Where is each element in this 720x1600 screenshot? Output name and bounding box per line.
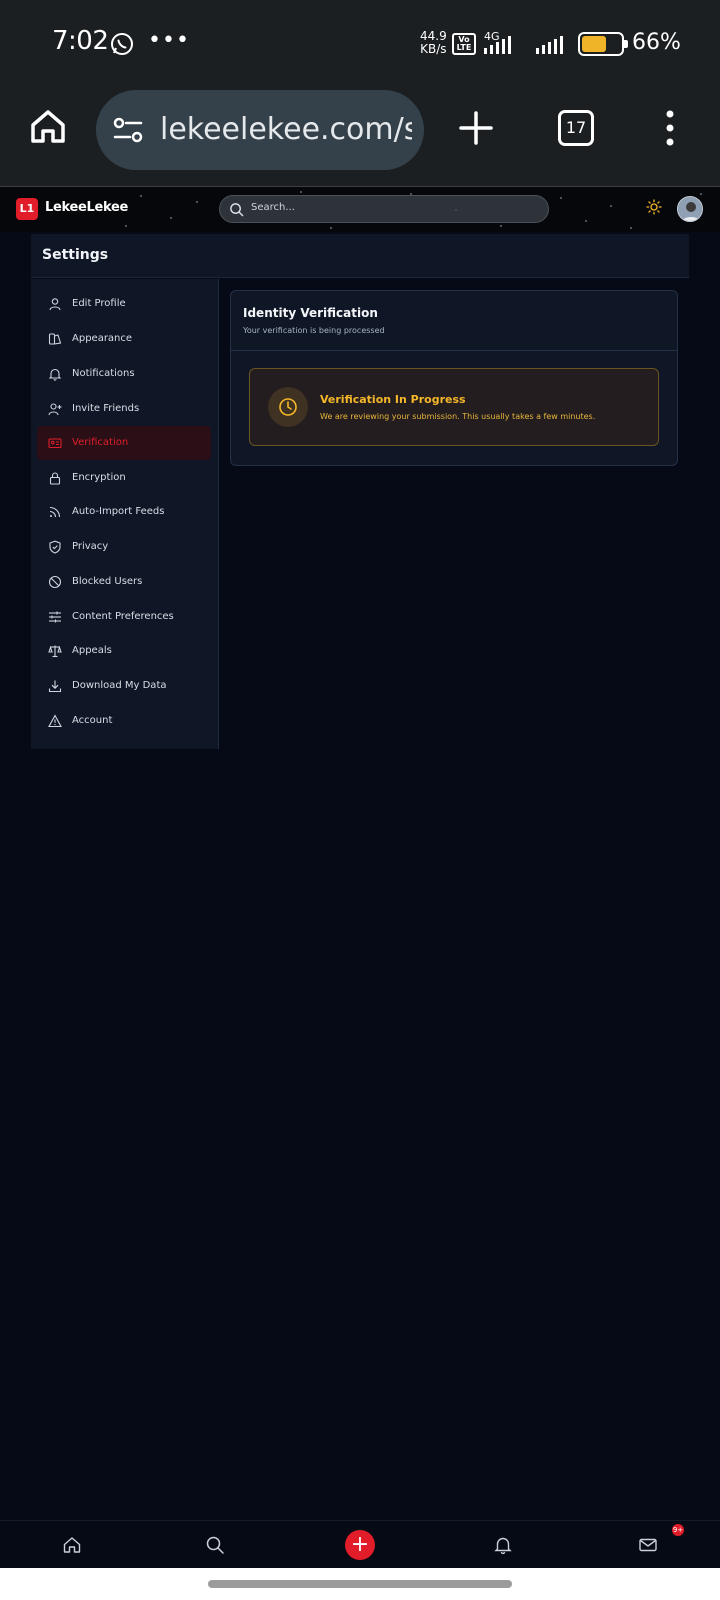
sidebar-item-label: Auto-Import Feeds (72, 506, 165, 517)
browser-toolbar: lekeelekee.com/s 17 (0, 82, 720, 186)
avatar-image (678, 197, 702, 221)
verification-status-alert: Verification In Progress We are reviewin… (249, 368, 659, 446)
card-title: Identity Verification (243, 306, 378, 320)
sidebar-item-invite-friends[interactable]: Invite Friends (37, 392, 211, 426)
user-plus-icon (48, 403, 62, 416)
battery-icon (578, 32, 628, 56)
search-input[interactable]: Search... (219, 195, 549, 223)
user-icon (49, 298, 61, 311)
network-speed-unit: KB/s (420, 42, 447, 56)
sidebar-item-download-my-data[interactable]: Download My Data (37, 669, 211, 703)
scale-icon (48, 645, 62, 658)
search-placeholder: Search... (251, 202, 295, 213)
sidebar-item-label: Verification (72, 437, 129, 448)
address-bar[interactable]: lekeelekee.com/s (96, 90, 424, 170)
settings-sidebar: Edit Profile Appearance Notifications In… (31, 279, 219, 749)
sidebar-item-label: Account (72, 715, 113, 726)
bell-icon (48, 368, 62, 381)
sidebar-item-label: Privacy (72, 541, 109, 552)
sidebar-item-appearance[interactable]: Appearance (37, 322, 211, 356)
ban-icon (48, 575, 62, 589)
id-card-icon (48, 438, 62, 449)
card-subtitle: Your verification is being processed (243, 326, 385, 335)
settings-panel: Settings Edit Profile Appearance Notific… (31, 234, 689, 749)
logo-text[interactable]: LekeeLekee (45, 200, 128, 215)
volte-bottom: LTE (456, 43, 472, 52)
page: 7:02 ••• 44.9 KB/s Vo LTE 4G 66% lekeele… (0, 0, 720, 1600)
battery-nub (624, 40, 628, 48)
signal-icon-sim1 (484, 36, 511, 54)
alert-text: We are reviewing your submission. This u… (320, 412, 596, 421)
bell-icon[interactable] (493, 1535, 513, 1555)
sliders-icon (49, 611, 61, 623)
home-icon[interactable] (28, 106, 68, 146)
sidebar-item-appeals[interactable]: Appeals (37, 634, 211, 668)
alert-icon-wrap (268, 387, 308, 427)
battery-fill (582, 36, 607, 52)
palette-icon (48, 333, 62, 345)
home-icon[interactable] (62, 1535, 82, 1555)
logo-mark[interactable]: L1 (16, 198, 38, 220)
sidebar-item-label: Notifications (72, 368, 135, 379)
identity-verification-card: Identity Verification Your verification … (230, 290, 678, 466)
messages-badge: 9+ (672, 1524, 684, 1536)
bottom-nav: + 9+ (0, 1520, 720, 1568)
settings-header: Settings (31, 234, 689, 278)
sidebar-item-verification[interactable]: Verification (37, 426, 211, 460)
warning-icon (48, 714, 62, 728)
sidebar-item-label: Appeals (72, 645, 112, 656)
shield-icon (49, 540, 61, 554)
search-icon[interactable] (205, 1535, 225, 1555)
volte-icon: Vo LTE (452, 33, 476, 55)
status-time: 7:02 (52, 26, 109, 56)
status-bar: 7:02 ••• 44.9 KB/s Vo LTE 4G 66% (0, 0, 720, 82)
theme-toggle-icon[interactable] (646, 199, 662, 215)
network-speed: 44.9 KB/s (420, 30, 447, 56)
sidebar-item-edit-profile[interactable]: Edit Profile (37, 287, 211, 321)
sidebar-item-privacy[interactable]: Privacy (37, 530, 211, 564)
battery-percent: 66% (632, 30, 681, 55)
sidebar-item-label: Invite Friends (72, 403, 140, 414)
whatsapp-icon (111, 33, 133, 55)
overflow-menu-icon[interactable] (664, 110, 676, 146)
alert-title: Verification In Progress (320, 393, 466, 406)
download-icon (48, 680, 62, 693)
new-tab-icon[interactable] (458, 110, 494, 146)
user-avatar[interactable] (677, 196, 703, 222)
clock-icon (279, 398, 297, 416)
site-settings-icon[interactable] (112, 114, 144, 146)
lock-icon (49, 472, 61, 485)
mail-icon[interactable] (638, 1535, 658, 1555)
sidebar-item-label: Appearance (72, 333, 133, 344)
sidebar-item-account[interactable]: Account (37, 704, 211, 738)
tab-switcher-button[interactable]: 17 (558, 110, 594, 146)
sidebar-item-content-preferences[interactable]: Content Preferences (37, 600, 211, 634)
signal-icon-sim2 (536, 36, 563, 54)
sidebar-item-label: Content Preferences (72, 611, 174, 622)
sidebar-item-label: Blocked Users (72, 576, 143, 587)
more-notifications-icon: ••• (148, 28, 190, 53)
sidebar-item-blocked-users[interactable]: Blocked Users (37, 565, 211, 599)
create-post-button[interactable]: + (345, 1530, 375, 1560)
gesture-handle[interactable] (208, 1580, 512, 1588)
sidebar-item-label: Encryption (72, 472, 126, 483)
sidebar-item-label: Edit Profile (72, 298, 126, 309)
settings-title: Settings (42, 247, 109, 263)
gesture-bar (0, 1568, 720, 1600)
site-header: L1 LekeeLekee Search... (0, 186, 720, 232)
rss-icon (49, 506, 61, 518)
card-header: Identity Verification Your verification … (231, 291, 677, 351)
url-text[interactable]: lekeelekee.com/s (160, 112, 412, 147)
sidebar-item-notifications[interactable]: Notifications (37, 357, 211, 391)
search-icon (230, 203, 244, 217)
sidebar-item-auto-import-feeds[interactable]: Auto-Import Feeds (37, 495, 211, 529)
sidebar-item-label: Download My Data (72, 680, 167, 691)
sidebar-item-encryption[interactable]: Encryption (37, 461, 211, 495)
